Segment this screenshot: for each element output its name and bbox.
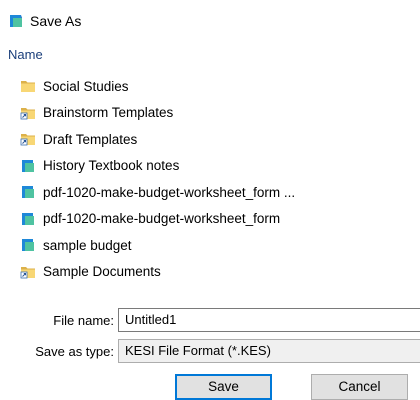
file-name-input[interactable]: Untitled1 <box>118 308 420 332</box>
folder-shortcut-icon <box>20 266 35 279</box>
list-item[interactable]: pdf-1020-make-budget-worksheet_form ... <box>20 179 420 206</box>
list-item[interactable]: sample budget <box>20 232 420 259</box>
list-item-label: pdf-1020-make-budget-worksheet_form ... <box>43 184 296 200</box>
list-item-label: pdf-1020-make-budget-worksheet_form <box>43 211 281 227</box>
document-file-icon <box>22 159 34 172</box>
save-type-row: Save as type: KESI File Format (*.KES) <box>0 339 420 365</box>
file-name-row: File name: Untitled1 <box>0 308 420 334</box>
list-item[interactable]: Sample Documents <box>20 259 420 286</box>
list-item[interactable]: pdf-1020-make-budget-worksheet_form <box>20 206 420 233</box>
list-item[interactable]: Social Studies <box>20 73 420 100</box>
document-file-icon <box>22 186 34 199</box>
folder-shortcut-icon <box>20 134 35 146</box>
list-item-label: Draft Templates <box>43 131 138 147</box>
list-item[interactable]: Brainstorm Templates <box>20 100 420 127</box>
list-item-label: History Textbook notes <box>43 158 180 174</box>
list-item[interactable]: Draft Templates <box>20 126 420 153</box>
file-name-label: File name: <box>53 313 114 328</box>
document-file-icon <box>22 212 34 225</box>
list-item-label: sample budget <box>43 237 132 253</box>
list-item-label: Social Studies <box>43 78 129 94</box>
cancel-button[interactable]: Cancel <box>311 374 408 400</box>
list-item-label: Sample Documents <box>43 264 161 280</box>
save-type-select[interactable]: KESI File Format (*.KES) <box>118 339 420 363</box>
app-icon <box>10 15 22 27</box>
file-list: Social Studies Brainstorm Templates Draf… <box>20 73 420 285</box>
folder-icon <box>21 81 35 93</box>
title-bar: Save As <box>8 10 81 32</box>
list-item-label: Brainstorm Templates <box>43 105 174 121</box>
save-type-label: Save as type: <box>35 344 114 359</box>
list-item[interactable]: History Textbook notes <box>20 153 420 180</box>
save-button[interactable]: Save <box>175 374 272 400</box>
name-column-header[interactable]: Name <box>8 47 43 62</box>
dialog-title: Save As <box>30 13 82 29</box>
document-file-icon <box>22 239 34 252</box>
folder-shortcut-icon <box>20 107 35 120</box>
